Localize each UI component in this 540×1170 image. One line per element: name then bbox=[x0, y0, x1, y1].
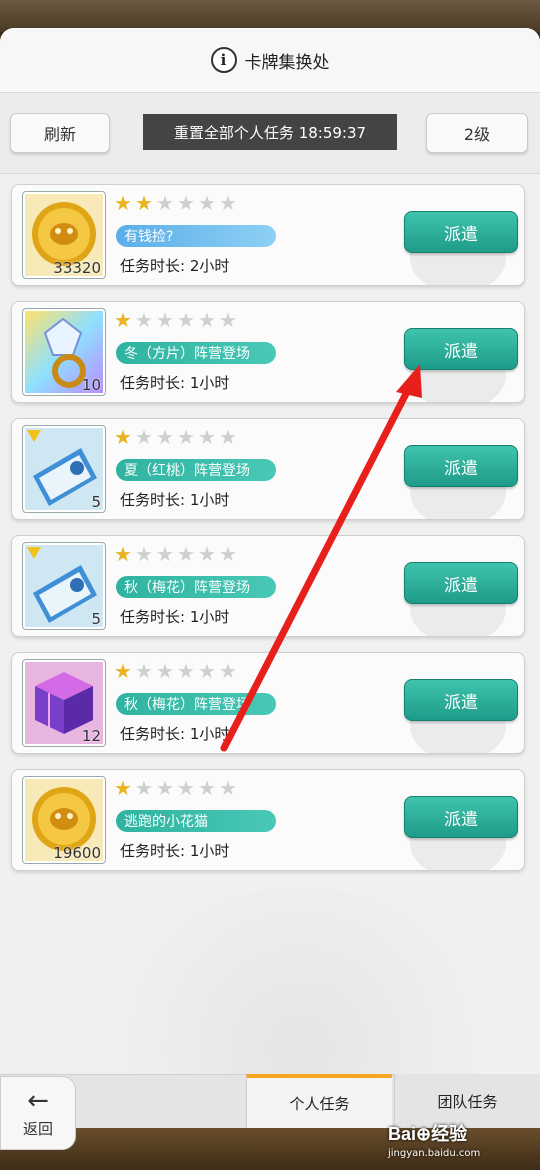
reward-item[interactable]: 33320 bbox=[22, 191, 106, 279]
reward-item[interactable]: 19600 bbox=[22, 776, 106, 864]
mission-card: 5 ★ ★ ★ ★ ★ ★ 夏（红桃）阵营登场 任务时长: 1小时 派遣 bbox=[11, 418, 525, 520]
dispatch-button[interactable]: 派遣 bbox=[404, 796, 518, 838]
back-label: 返回 bbox=[22, 1119, 53, 1138]
star-empty-icon: ★ bbox=[219, 776, 237, 800]
controls-bar: 刷新 重置全部个人任务 18:59:37 2级 bbox=[0, 92, 540, 174]
mission-card: 12 ★ ★ ★ ★ ★ ★ 秋（梅花）阵营登场 任务时长: 1小时 派遣 bbox=[11, 652, 525, 754]
star-empty-icon: ★ bbox=[156, 425, 174, 449]
mission-name-tag: 有钱捡? bbox=[116, 225, 276, 247]
dispatch-button[interactable]: 派遣 bbox=[404, 328, 518, 370]
watermark-sub: jingyan.baidu.com bbox=[388, 1148, 481, 1159]
star-empty-icon: ★ bbox=[177, 542, 195, 566]
mission-name-tag: 逃跑的小花猫 bbox=[116, 810, 276, 832]
star-empty-icon: ★ bbox=[135, 308, 153, 332]
mission-card: 19600 ★ ★ ★ ★ ★ ★ 逃跑的小花猫 任务时长: 1小时 派遣 bbox=[11, 769, 525, 871]
difficulty-stars: ★ ★ ★ ★ ★ ★ bbox=[114, 778, 240, 798]
difficulty-stars: ★ ★ ★ ★ ★ ★ bbox=[114, 661, 240, 681]
star-empty-icon: ★ bbox=[177, 776, 195, 800]
mission-duration: 任务时长: 1小时 bbox=[120, 725, 230, 743]
star-empty-icon: ★ bbox=[156, 542, 174, 566]
dispatch-button[interactable]: 派遣 bbox=[404, 679, 518, 721]
star-empty-icon: ★ bbox=[198, 191, 216, 215]
back-arrow-icon: ← bbox=[27, 1085, 49, 1116]
star-filled-icon: ★ bbox=[114, 191, 132, 215]
star-empty-icon: ★ bbox=[198, 776, 216, 800]
info-circle-icon[interactable]: i bbox=[210, 47, 237, 73]
mission-name-tag: 秋（梅花）阵营登场 bbox=[116, 576, 276, 598]
difficulty-stars: ★ ★ ★ ★ ★ ★ bbox=[114, 193, 240, 213]
star-empty-icon: ★ bbox=[219, 425, 237, 449]
reward-count: 10 bbox=[81, 376, 101, 394]
star-empty-icon: ★ bbox=[177, 308, 195, 332]
star-empty-icon: ★ bbox=[219, 308, 237, 332]
reward-count: 33320 bbox=[53, 259, 101, 277]
star-empty-icon: ★ bbox=[156, 659, 174, 683]
mission-card: 33320 ★ ★ ★ ★ ★ ★ 有钱捡? 任务时长: 2小时 派遣 bbox=[11, 184, 525, 286]
star-empty-icon: ★ bbox=[177, 425, 195, 449]
star-empty-icon: ★ bbox=[198, 659, 216, 683]
star-filled-icon: ★ bbox=[114, 542, 132, 566]
star-empty-icon: ★ bbox=[156, 191, 174, 215]
back-button[interactable]: ← 返回 bbox=[0, 1076, 76, 1150]
reward-item[interactable]: 10 bbox=[22, 308, 106, 396]
star-empty-icon: ★ bbox=[135, 776, 153, 800]
star-empty-icon: ★ bbox=[177, 659, 195, 683]
baidu-jingyan-watermark: Bai⊕经验 jingyan.baidu.com bbox=[388, 1120, 480, 1159]
reward-item[interactable]: 5 bbox=[22, 542, 106, 630]
mission-name-tag: 秋（梅花）阵营登场 bbox=[116, 693, 276, 715]
dispatch-button[interactable]: 派遣 bbox=[404, 211, 518, 253]
mission-name-tag: 冬（方片）阵营登场 bbox=[116, 342, 276, 364]
reward-count: 19600 bbox=[53, 844, 101, 862]
dispatch-button[interactable]: 派遣 bbox=[404, 445, 518, 487]
star-empty-icon: ★ bbox=[135, 425, 153, 449]
reward-item[interactable]: 5 bbox=[22, 425, 106, 513]
star-empty-icon: ★ bbox=[219, 659, 237, 683]
star-empty-icon: ★ bbox=[198, 425, 216, 449]
card-exchange-panel: i 卡牌集换处 刷新 重置全部个人任务 18:59:37 2级 33320 ★ ★ ★… bbox=[0, 28, 540, 1128]
mission-duration: 任务时长: 2小时 bbox=[120, 257, 230, 275]
difficulty-stars: ★ ★ ★ ★ ★ ★ bbox=[114, 544, 240, 564]
reward-count: 5 bbox=[91, 610, 101, 628]
difficulty-stars: ★ ★ ★ ★ ★ ★ bbox=[114, 427, 240, 447]
mission-card: 5 ★ ★ ★ ★ ★ ★ 秋（梅花）阵营登场 任务时长: 1小时 派遣 bbox=[11, 535, 525, 637]
reward-item[interactable]: 12 bbox=[22, 659, 106, 747]
mission-duration: 任务时长: 1小时 bbox=[120, 374, 230, 392]
page-title: 卡牌集换处 bbox=[244, 52, 330, 73]
star-empty-icon: ★ bbox=[156, 776, 174, 800]
level-button[interactable]: 2级 bbox=[426, 113, 528, 153]
difficulty-stars: ★ ★ ★ ★ ★ ★ bbox=[114, 310, 240, 330]
mission-duration: 任务时长: 1小时 bbox=[120, 491, 230, 509]
reset-timer-banner: 重置全部个人任务 18:59:37 bbox=[143, 114, 397, 150]
star-empty-icon: ★ bbox=[219, 191, 237, 215]
star-filled-icon: ★ bbox=[114, 776, 132, 800]
star-empty-icon: ★ bbox=[156, 308, 174, 332]
star-empty-icon: ★ bbox=[135, 542, 153, 566]
star-empty-icon: ★ bbox=[177, 191, 195, 215]
dispatch-button[interactable]: 派遣 bbox=[404, 562, 518, 604]
star-filled-icon: ★ bbox=[114, 425, 132, 449]
watermark-main: Bai⊕经验 bbox=[388, 1124, 468, 1144]
reward-count: 5 bbox=[91, 493, 101, 511]
mission-name-tag: 夏（红桃）阵营登场 bbox=[116, 459, 276, 481]
star-filled-icon: ★ bbox=[114, 659, 132, 683]
panel-title-bar: i 卡牌集换处 bbox=[0, 28, 540, 92]
star-filled-icon: ★ bbox=[135, 191, 153, 215]
star-filled-icon: ★ bbox=[114, 308, 132, 332]
star-empty-icon: ★ bbox=[219, 542, 237, 566]
tab-personal-missions[interactable]: 个人任务 bbox=[246, 1074, 392, 1128]
star-empty-icon: ★ bbox=[198, 308, 216, 332]
mission-card: 10 ★ ★ ★ ★ ★ ★ 冬（方片）阵营登场 任务时长: 1小时 派遣 bbox=[11, 301, 525, 403]
reward-count: 12 bbox=[81, 727, 101, 745]
mission-duration: 任务时长: 1小时 bbox=[120, 608, 230, 626]
refresh-button[interactable]: 刷新 bbox=[10, 113, 110, 153]
mission-duration: 任务时长: 1小时 bbox=[120, 842, 230, 860]
star-empty-icon: ★ bbox=[198, 542, 216, 566]
star-empty-icon: ★ bbox=[135, 659, 153, 683]
